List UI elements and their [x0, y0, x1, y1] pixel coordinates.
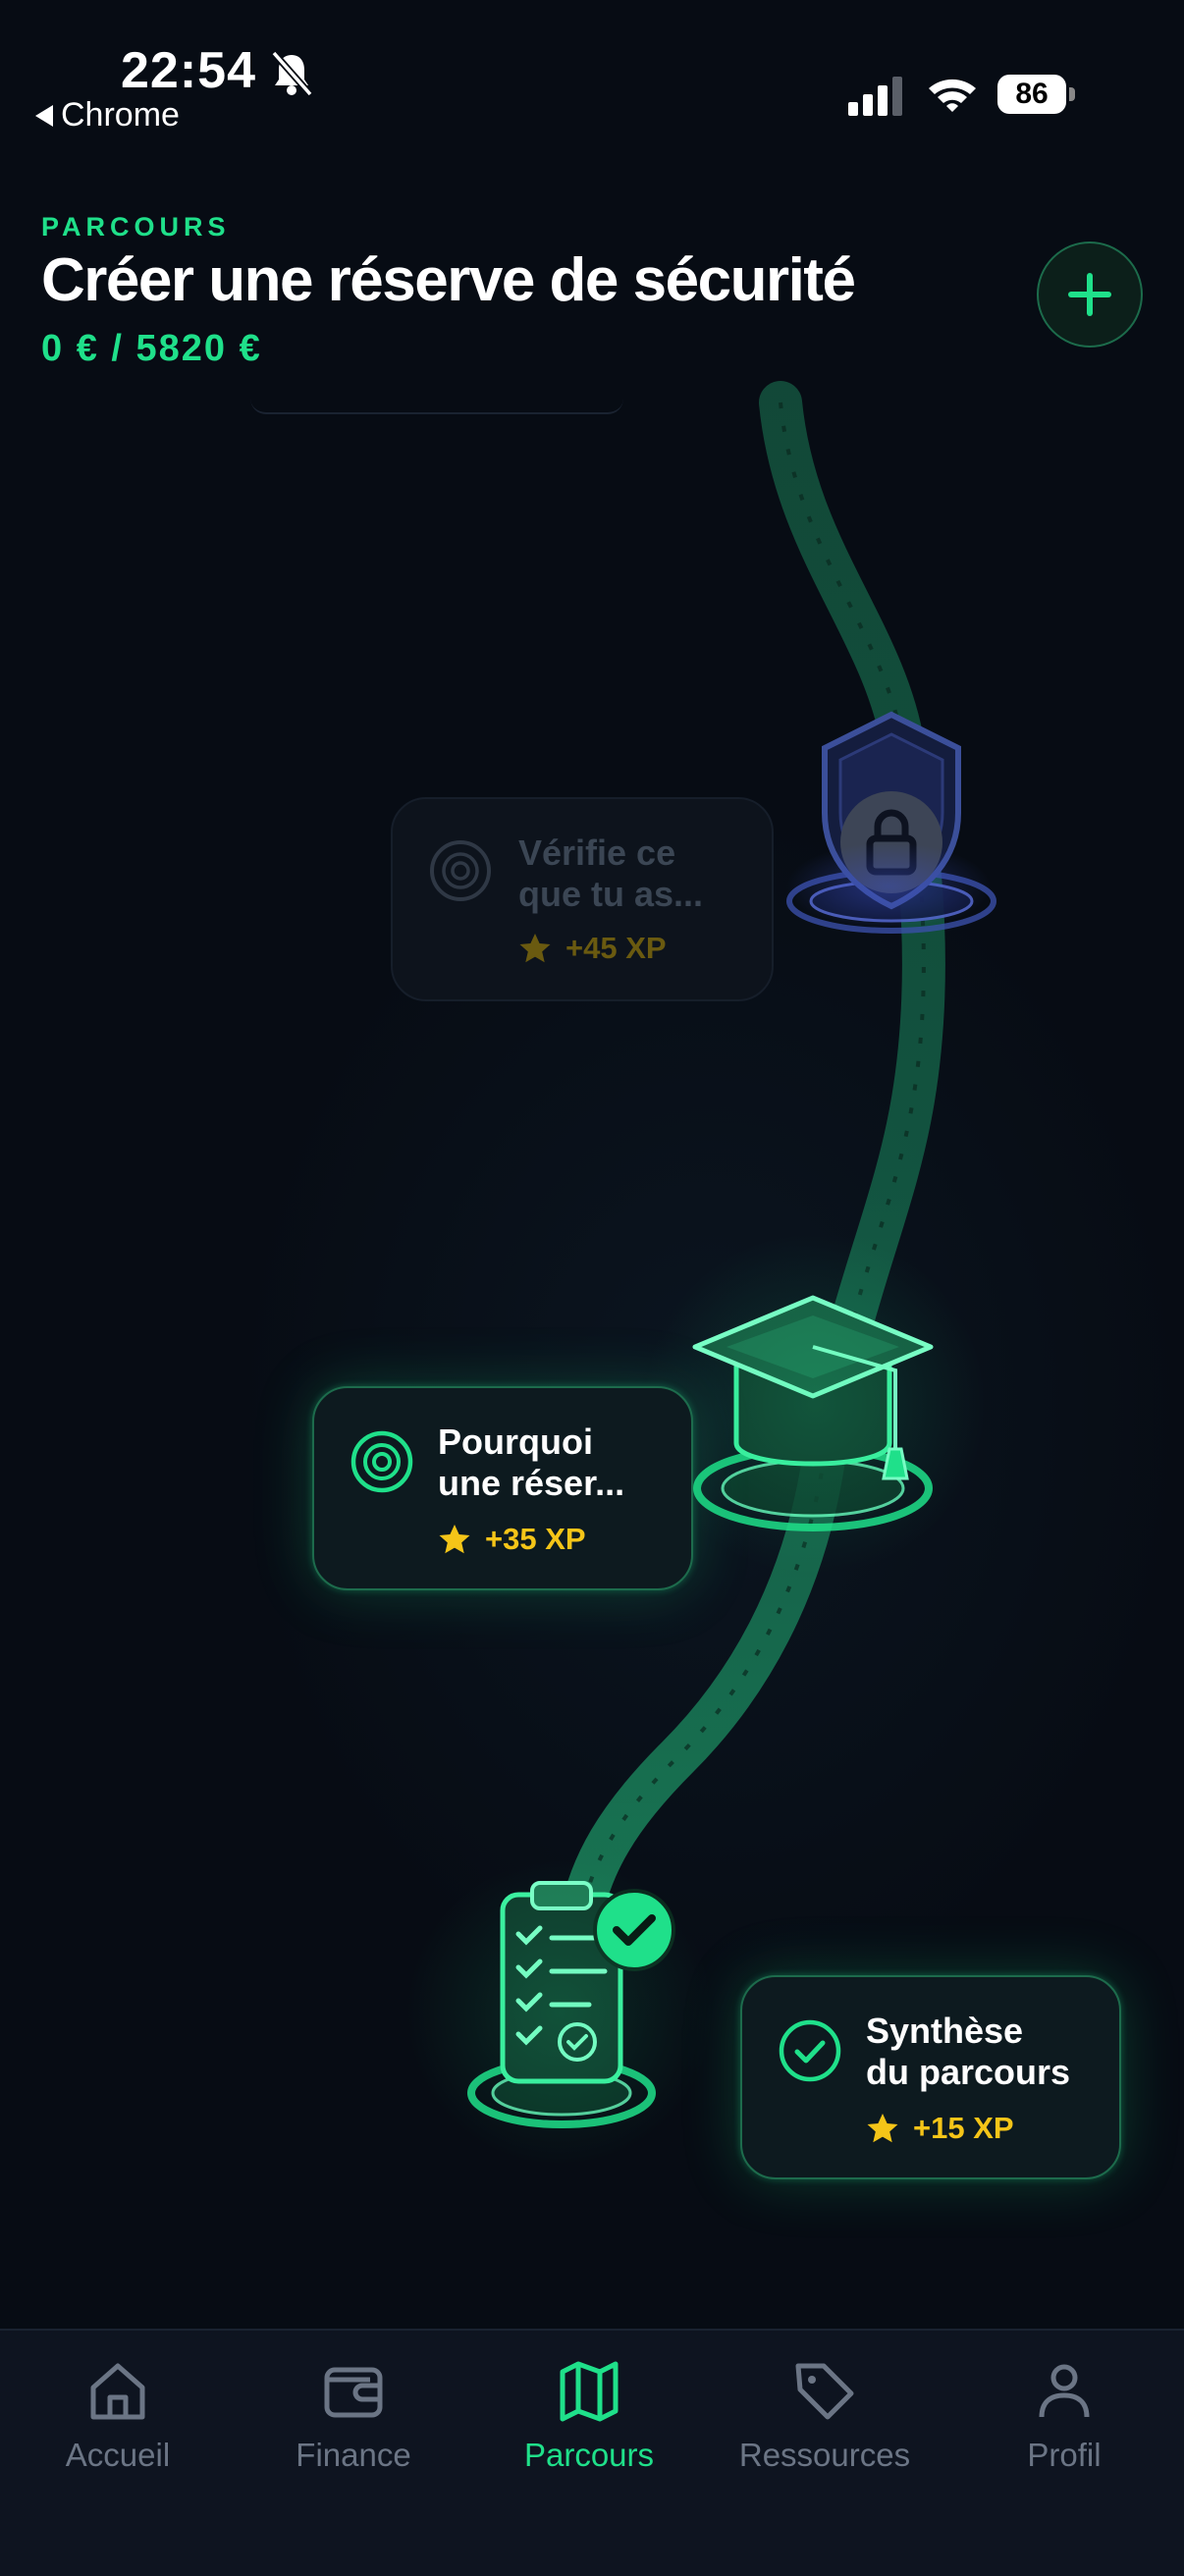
step-title-line: que tu as...	[518, 874, 704, 914]
home-icon	[90, 2363, 145, 2420]
step-title: Pourquoi une réser...	[438, 1422, 624, 1504]
star-icon	[519, 934, 551, 963]
step-xp: +45 XP	[518, 931, 667, 966]
learning-path	[558, 381, 945, 1946]
tab-finance[interactable]: Finance	[236, 2356, 471, 2494]
previous-card-edge	[250, 399, 623, 414]
step-card-locked[interactable]: Vérifie ce que tu as... +45 XP	[391, 797, 774, 1001]
step-node-completed[interactable]	[393, 1846, 727, 2179]
target-icon	[430, 840, 491, 901]
node-glow	[393, 1846, 727, 2179]
step-node-current[interactable]	[628, 1217, 1001, 1590]
tab-label: Accueil	[65, 2437, 171, 2473]
step-card-completed[interactable]: Synthèse du parcours +15 XP	[740, 1975, 1121, 2179]
cellular-signal-icon	[848, 77, 902, 116]
battery-level: 86	[997, 75, 1066, 114]
add-button[interactable]	[1037, 242, 1143, 348]
section-kicker: PARCOURS	[41, 212, 231, 242]
map-icon	[560, 2361, 619, 2422]
step-title-line: Synthèse	[866, 2011, 1024, 2051]
back-to-app-button[interactable]: Chrome	[35, 96, 180, 134]
battery-nub	[1069, 87, 1075, 101]
step-title-line: du parcours	[866, 2052, 1071, 2092]
target-icon	[350, 1430, 413, 1493]
battery-indicator: 86	[997, 75, 1076, 116]
savings-progress: 0 € / 5820 €	[41, 328, 262, 369]
tab-ressources[interactable]: Ressources	[707, 2356, 942, 2494]
check-circle-icon	[779, 2019, 841, 2082]
xp-label: +45 XP	[565, 931, 667, 965]
tab-accueil[interactable]: Accueil	[0, 2356, 236, 2494]
node-glow	[785, 842, 992, 931]
star-icon	[439, 1525, 470, 1554]
step-node-locked[interactable]	[766, 705, 1011, 950]
step-xp: +15 XP	[866, 2111, 1014, 2146]
step-title: Vérifie ce que tu as...	[518, 832, 703, 915]
back-app-label: Chrome	[61, 96, 180, 134]
tab-profil[interactable]: Profil	[946, 2356, 1182, 2494]
plus-icon	[1068, 273, 1111, 316]
tab-label: Parcours	[523, 2437, 655, 2473]
xp-label: +15 XP	[913, 2111, 1014, 2145]
wallet-icon	[324, 2367, 383, 2418]
tab-parcours[interactable]: Parcours	[471, 2356, 707, 2494]
wifi-icon	[929, 79, 976, 112]
star-icon	[867, 2114, 898, 2143]
user-icon	[1039, 2364, 1090, 2418]
back-arrow-icon	[35, 104, 53, 127]
bell-muted-icon	[271, 50, 313, 97]
status-bar: 22:54 Chrome 86	[0, 0, 1184, 137]
step-xp: +35 XP	[438, 1522, 586, 1557]
tag-icon	[795, 2363, 854, 2420]
step-title: Synthèse du parcours	[866, 2011, 1070, 2093]
xp-label: +35 XP	[485, 1522, 586, 1556]
step-title-line: Pourquoi	[438, 1422, 593, 1462]
page-title: Créer une réserve de sécurité	[41, 246, 856, 314]
step-title-line: Vérifie ce	[518, 832, 676, 873]
status-time: 22:54	[121, 42, 256, 99]
tab-label: Profil	[1027, 2437, 1102, 2473]
tab-label: Finance	[296, 2437, 411, 2473]
tab-label: Ressources	[738, 2437, 911, 2473]
bottom-tab-bar: Accueil Finance Parcours Ressources Prof…	[0, 2329, 1184, 2576]
step-title-line: une réser...	[438, 1463, 625, 1503]
step-card-current[interactable]: Pourquoi une réser... +35 XP	[312, 1386, 693, 1590]
